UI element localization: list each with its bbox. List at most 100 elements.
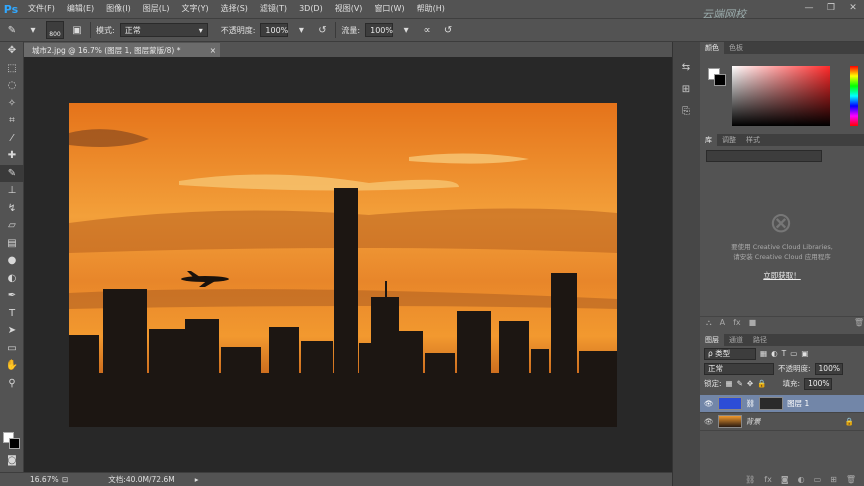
add-layer-style-icon[interactable]: fx	[733, 318, 741, 327]
new-layer-icon[interactable]: ⊞	[830, 475, 837, 484]
filter-type-icon[interactable]: T	[782, 349, 787, 358]
tab-swatches[interactable]: 色板	[724, 42, 748, 54]
visibility-eye-icon[interactable]: 👁	[704, 417, 714, 426]
menu-file[interactable]: 文件(F)	[22, 0, 61, 18]
color-picker[interactable]	[702, 60, 862, 130]
properties-panel-icon[interactable]: ⊞	[673, 78, 699, 100]
lock-pixels-icon[interactable]: ▦	[726, 379, 733, 388]
background-color-swatch[interactable]	[9, 438, 20, 449]
zoom-level[interactable]: 16.67%	[0, 475, 59, 484]
chevron-right-icon[interactable]: ▸	[195, 475, 199, 484]
quick-mask-icon[interactable]: ◙	[0, 452, 24, 470]
chevron-down-icon[interactable]: ▾	[398, 22, 414, 38]
menu-3d[interactable]: 3D(D)	[293, 0, 329, 18]
move-tool-icon[interactable]: ✥	[0, 42, 24, 60]
healing-brush-tool-icon[interactable]: ✚	[0, 147, 24, 165]
add-character-style-icon[interactable]: A	[720, 318, 725, 327]
brush-tool-icon[interactable]: ✎	[0, 164, 24, 182]
canvas-area[interactable]	[24, 57, 672, 472]
mode-select[interactable]: 正常 ▾	[119, 23, 208, 37]
flow-input[interactable]: 100%	[365, 23, 394, 37]
add-graphic-icon[interactable]: ⛬	[706, 318, 712, 328]
blend-mode-select[interactable]: 正常	[704, 362, 774, 375]
add-color-icon[interactable]: ■	[749, 318, 757, 327]
paths-panel-icon[interactable]: ⎘	[673, 100, 699, 122]
layer-name[interactable]: 背景	[746, 416, 761, 427]
brush-panel-icon[interactable]: ▣	[69, 22, 85, 38]
lock-position-icon[interactable]: ✥	[747, 379, 753, 388]
minimize-button[interactable]: —	[798, 0, 820, 16]
type-tool-icon[interactable]: T	[0, 305, 24, 323]
hand-tool-icon[interactable]: ✋	[0, 357, 24, 375]
gradient-tool-icon[interactable]: ▤	[0, 235, 24, 253]
blur-tool-icon[interactable]: ●	[0, 252, 24, 270]
document-image[interactable]	[69, 103, 617, 427]
eraser-tool-icon[interactable]: ▱	[0, 217, 24, 235]
layer-row-background[interactable]: 👁 背景 🔒	[700, 413, 864, 431]
history-brush-tool-icon[interactable]: ↯	[0, 200, 24, 218]
pen-tool-icon[interactable]: ✒	[0, 287, 24, 305]
marquee-tool-icon[interactable]: ⬚	[0, 60, 24, 78]
filter-pixel-icon[interactable]: ▦	[760, 349, 767, 358]
close-tab-icon[interactable]: ×	[210, 46, 216, 55]
close-button[interactable]: ✕	[842, 0, 864, 16]
layer-name[interactable]: 图层 1	[787, 398, 809, 409]
delete-icon[interactable]: 🗑	[854, 318, 864, 327]
menu-layer[interactable]: 图层(L)	[137, 0, 176, 18]
menu-view[interactable]: 视图(V)	[329, 0, 369, 18]
restore-button[interactable]: ❐	[820, 0, 842, 16]
brush-tool-icon[interactable]: ✎	[4, 22, 20, 38]
get-now-link[interactable]: 立即获取！	[700, 270, 864, 281]
lasso-tool-icon[interactable]: ◌	[0, 77, 24, 95]
pressure-size-icon[interactable]: ↺	[440, 22, 456, 38]
menu-window[interactable]: 窗口(W)	[368, 0, 410, 18]
lock-all-icon[interactable]: 🔒	[757, 379, 766, 388]
hue-slider[interactable]	[850, 66, 858, 126]
rectangle-tool-icon[interactable]: ▭	[0, 340, 24, 358]
path-select-tool-icon[interactable]: ➤	[0, 322, 24, 340]
eyedropper-tool-icon[interactable]: ⁄	[0, 130, 24, 148]
new-group-icon[interactable]: ▭	[814, 475, 822, 484]
pressure-opacity-icon[interactable]: ↺	[314, 22, 330, 38]
menu-help[interactable]: 帮助(H)	[411, 0, 451, 18]
link-layers-icon[interactable]: ⛓	[745, 475, 755, 484]
brush-size-picker[interactable]: 800	[46, 21, 64, 39]
dodge-tool-icon[interactable]: ◐	[0, 270, 24, 288]
layer-row-1[interactable]: 👁 ⛓ 图层 1	[700, 395, 864, 413]
lock-paint-icon[interactable]: ✎	[737, 379, 743, 388]
fill-input[interactable]: 100%	[804, 377, 833, 390]
library-select[interactable]	[706, 150, 822, 162]
menu-filter[interactable]: 滤镜(T)	[254, 0, 293, 18]
tab-paths[interactable]: 路径	[748, 334, 772, 346]
filter-adjust-icon[interactable]: ◐	[771, 349, 778, 358]
tab-color[interactable]: 颜色	[700, 42, 724, 54]
opacity-input[interactable]: 100%	[260, 23, 289, 37]
crop-tool-icon[interactable]: ⌗	[0, 112, 24, 130]
clone-stamp-tool-icon[interactable]: ⊥	[0, 182, 24, 200]
zoom-tool-icon[interactable]: ⚲	[0, 375, 24, 393]
history-panel-icon[interactable]: ⇆	[673, 56, 699, 78]
menu-type[interactable]: 文字(Y)	[175, 0, 214, 18]
background-color-swatch[interactable]	[714, 74, 726, 86]
color-spectrum[interactable]	[732, 66, 830, 126]
menu-select[interactable]: 选择(S)	[215, 0, 254, 18]
menu-image[interactable]: 图像(I)	[100, 0, 137, 18]
airbrush-icon[interactable]: ∝	[419, 22, 435, 38]
menu-edit[interactable]: 编辑(E)	[61, 0, 100, 18]
delete-layer-icon[interactable]: 🗑	[846, 475, 856, 484]
document-tab[interactable]: 城市2.jpg @ 16.7% (图层 1, 图层蒙版/8) * ×	[24, 43, 220, 57]
visibility-eye-icon[interactable]: 👁	[704, 399, 714, 408]
filter-shape-icon[interactable]: ▭	[790, 349, 797, 358]
layer-style-icon[interactable]: fx	[764, 475, 772, 484]
quick-select-tool-icon[interactable]: ✧	[0, 95, 24, 113]
add-mask-icon[interactable]: ◙	[781, 475, 789, 484]
tab-layers[interactable]: 图层	[700, 334, 724, 346]
filter-smart-icon[interactable]: ▣	[801, 349, 808, 358]
layer-mask-thumbnail[interactable]	[759, 397, 784, 410]
layer-opacity-input[interactable]: 100%	[814, 362, 843, 375]
chain-link-icon[interactable]: ⛓	[746, 399, 756, 408]
tab-channels[interactable]: 通道	[724, 334, 748, 346]
chevron-down-icon[interactable]: ▾	[25, 22, 41, 38]
chevron-down-icon[interactable]: ▾	[293, 22, 309, 38]
adjustment-layer-icon[interactable]: ◐	[798, 475, 805, 484]
